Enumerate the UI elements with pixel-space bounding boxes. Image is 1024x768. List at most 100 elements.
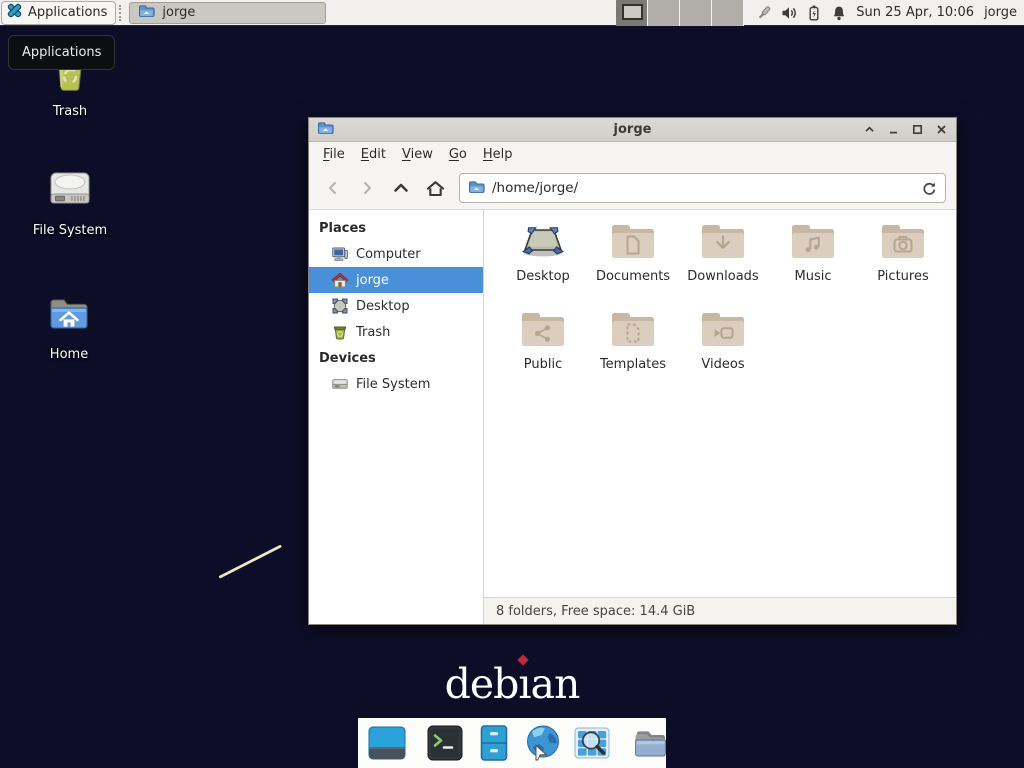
window-title: jorge bbox=[309, 122, 956, 137]
back-button[interactable] bbox=[319, 174, 347, 202]
forward-button[interactable] bbox=[353, 174, 381, 202]
battery-icon[interactable] bbox=[806, 5, 822, 21]
window-titlebar[interactable]: jorge bbox=[309, 118, 956, 142]
notifications-icon[interactable] bbox=[831, 5, 847, 21]
desktop-icon-file-system[interactable]: File System bbox=[21, 166, 119, 238]
file-grid: Desktop Documents Downloads Music Pictures Pu… bbox=[484, 210, 956, 597]
applications-menu-label: Applications bbox=[28, 5, 107, 20]
desktop-icon-home[interactable]: Home bbox=[20, 290, 118, 362]
file-item-label: Pictures bbox=[877, 269, 928, 284]
dock-show-desktop-icon[interactable] bbox=[367, 723, 407, 763]
panel-grip[interactable] bbox=[119, 5, 123, 21]
desktop-icon-label: Home bbox=[50, 347, 88, 362]
sidebar-item-label: Trash bbox=[356, 325, 390, 340]
desktop-icon-label: Trash bbox=[53, 104, 87, 119]
workspace-1[interactable] bbox=[616, 0, 648, 26]
file-item-desktop[interactable]: Desktop bbox=[498, 220, 588, 308]
drive-big-icon bbox=[46, 166, 94, 218]
file-item-label: Downloads bbox=[687, 269, 758, 284]
dock-web-browser-icon[interactable] bbox=[523, 723, 563, 763]
file-manager-window: jorge FileEditViewGoHelp /home/jorge/ Pl… bbox=[308, 117, 957, 625]
desktop-icon-label: File System bbox=[33, 223, 107, 238]
reload-icon[interactable] bbox=[921, 180, 937, 196]
sidebar-item-file-system[interactable]: File System bbox=[309, 371, 483, 397]
file-item-downloads[interactable]: Downloads bbox=[678, 220, 768, 308]
debian-logo-text: debıan bbox=[445, 660, 580, 708]
sidebar-item-label: jorge bbox=[356, 273, 389, 288]
maximize-button[interactable] bbox=[911, 123, 924, 136]
shade-button[interactable] bbox=[863, 123, 876, 136]
path-text: /home/jorge/ bbox=[492, 180, 578, 196]
file-item-label: Videos bbox=[701, 357, 744, 372]
system-tray bbox=[756, 5, 847, 21]
desktop-sb-icon bbox=[331, 297, 349, 315]
drive-sb-icon bbox=[331, 375, 349, 393]
workspace-3[interactable] bbox=[680, 0, 712, 26]
folder-icon bbox=[138, 3, 155, 22]
folder-doc-icon bbox=[608, 220, 658, 266]
sidebar-header-devices: Devices bbox=[309, 345, 483, 371]
dock-panel bbox=[358, 718, 666, 768]
up-button[interactable] bbox=[387, 174, 415, 202]
file-item-pictures[interactable]: Pictures bbox=[858, 220, 948, 308]
applications-tooltip: Applications bbox=[8, 35, 115, 70]
file-item-documents[interactable]: Documents bbox=[588, 220, 678, 308]
clock[interactable]: Sun 25 Apr, 10:06 bbox=[856, 5, 974, 20]
computer-icon bbox=[331, 245, 349, 263]
file-item-label: Music bbox=[795, 269, 832, 284]
user-action-button[interactable]: jorge bbox=[984, 5, 1017, 20]
volume-icon[interactable] bbox=[781, 5, 797, 21]
debian-diamond-icon bbox=[518, 654, 529, 665]
menu-help[interactable]: Help bbox=[475, 144, 521, 165]
path-input[interactable]: /home/jorge/ bbox=[459, 173, 946, 203]
sidebar-item-label: Desktop bbox=[356, 299, 410, 314]
folder-template-icon bbox=[608, 308, 658, 354]
minimize-button[interactable] bbox=[887, 123, 900, 136]
home-small-icon bbox=[331, 271, 349, 289]
debian-logo: debıan bbox=[0, 660, 1024, 708]
tooltip-text: Applications bbox=[22, 45, 101, 60]
path-folder-icon bbox=[468, 179, 485, 198]
dock-app-finder-icon[interactable] bbox=[572, 723, 612, 763]
workspace-switcher bbox=[616, 0, 744, 26]
dock-file-manager-icon[interactable] bbox=[474, 723, 514, 763]
sidebar: PlacesComputer jorge Desktop Trash Devices Fi… bbox=[309, 210, 484, 624]
menu-file[interactable]: File bbox=[315, 144, 353, 165]
workspace-4[interactable] bbox=[712, 0, 744, 26]
sidebar-item-trash[interactable]: Trash bbox=[309, 319, 483, 345]
airbrush-icon[interactable] bbox=[756, 5, 772, 21]
workspace-2[interactable] bbox=[648, 0, 680, 26]
home-button[interactable] bbox=[421, 174, 449, 202]
close-button[interactable] bbox=[935, 123, 948, 136]
taskbar-window-label: jorge bbox=[162, 5, 195, 20]
sidebar-item-jorge[interactable]: jorge bbox=[309, 267, 483, 293]
window-folder-icon bbox=[317, 120, 334, 139]
sidebar-item-computer[interactable]: Computer bbox=[309, 241, 483, 267]
folder-share-icon bbox=[518, 308, 568, 354]
paint-stroke-artifact bbox=[218, 544, 282, 578]
applications-menu-button[interactable]: Applications bbox=[1, 1, 116, 25]
dock-terminal-icon[interactable] bbox=[425, 723, 465, 763]
dock-directory-menu-icon[interactable] bbox=[630, 723, 670, 763]
file-item-templates[interactable]: Templates bbox=[588, 308, 678, 396]
file-item-label: Documents bbox=[596, 269, 670, 284]
file-item-label: Templates bbox=[600, 357, 666, 372]
folder-download-icon bbox=[698, 220, 748, 266]
file-item-public[interactable]: Public bbox=[498, 308, 588, 396]
xfce-menu-icon bbox=[6, 2, 23, 23]
sidebar-item-desktop[interactable]: Desktop bbox=[309, 293, 483, 319]
file-item-label: Public bbox=[524, 357, 562, 372]
sidebar-header-places: Places bbox=[309, 215, 483, 241]
menu-edit[interactable]: Edit bbox=[353, 144, 394, 165]
debian-i: ı bbox=[518, 660, 530, 708]
folder-camera-icon bbox=[878, 220, 928, 266]
taskbar-window-button[interactable]: jorge bbox=[129, 2, 326, 24]
menu-view[interactable]: View bbox=[394, 144, 441, 165]
file-item-music[interactable]: Music bbox=[768, 220, 858, 308]
folder-video-icon bbox=[698, 308, 748, 354]
statusbar-text: 8 folders, Free space: 14.4 GiB bbox=[496, 604, 695, 619]
workspace-window-preview bbox=[622, 4, 643, 20]
menu-go[interactable]: Go bbox=[441, 144, 475, 165]
file-item-videos[interactable]: Videos bbox=[678, 308, 768, 396]
sidebar-item-label: File System bbox=[356, 377, 430, 392]
